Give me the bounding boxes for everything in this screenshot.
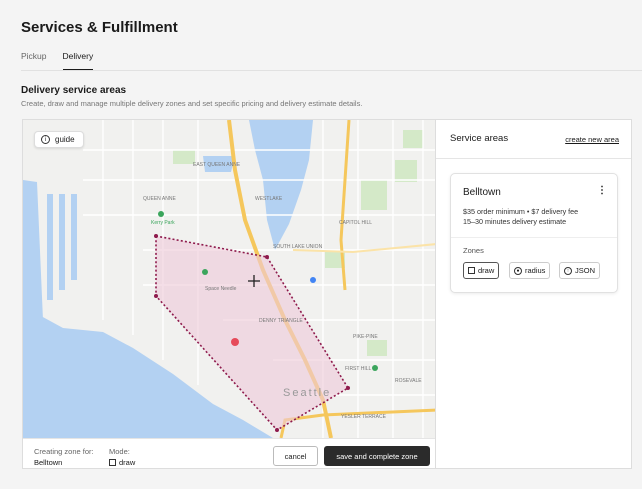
service-areas-panel: Service areas create new area Belltown ⋮… — [436, 119, 632, 469]
map-label-capitol-hill: CAPITOL HILL — [339, 220, 372, 226]
map-label-westlake: WESTLAKE — [255, 196, 283, 202]
creating-zone-value: Belltown — [34, 458, 63, 467]
tab-divider — [21, 70, 642, 71]
zone-radius-button[interactable]: ● radius — [509, 262, 551, 279]
zone-draw-button[interactable]: draw — [463, 262, 500, 279]
tab-bar: Pickup Delivery — [21, 51, 101, 71]
zone-draw-label: draw — [478, 266, 495, 275]
guide-label: guide — [55, 135, 75, 144]
cancel-button[interactable]: cancel — [273, 446, 318, 466]
save-complete-zone-button[interactable]: save and complete zone — [324, 446, 430, 466]
creating-zone-label: Creating zone for: — [34, 447, 94, 456]
map-label-queen-anne: QUEEN ANNE — [143, 196, 176, 202]
zones-label: Zones — [463, 246, 484, 255]
map-label-south-lake-union: SOUTH LAKE UNION — [273, 244, 323, 250]
area-name: Belltown — [463, 187, 501, 198]
panel-title: Service areas — [450, 133, 509, 144]
area-estimate: 15–30 minutes delivery estimate — [463, 217, 567, 226]
map-footer: Creating zone for: Belltown Mode: draw c… — [23, 438, 435, 468]
mode-label: Mode: — [109, 447, 130, 456]
upload-icon: ↑ — [564, 266, 572, 275]
info-icon: i — [41, 135, 50, 144]
area-pricing: $35 order minimum • $7 delivery fee — [463, 207, 579, 216]
service-area-card[interactable]: Belltown ⋮ $35 order minimum • $7 delive… — [450, 173, 618, 293]
map-label-first-hill: FIRST HILL — [345, 366, 372, 372]
map-container: EAST QUEEN ANNE QUEEN ANNE WESTLAKE SOUT… — [22, 119, 436, 469]
zone-json-label: JSON — [575, 266, 596, 275]
map-label-denny-triangle: DENNY TRIANGLE — [259, 318, 303, 324]
map-label-pike-pine: PIKE-PINE — [353, 334, 378, 340]
map-label-kerry-park: Kerry Park — [151, 220, 175, 226]
section-description: Create, draw and manage multiple deliver… — [21, 99, 363, 108]
more-options-icon[interactable]: ⋮ — [597, 186, 607, 196]
radius-icon: ● — [514, 266, 522, 275]
map-label-rosevale: ROSEVALE — [395, 378, 422, 384]
mode-value: draw — [109, 458, 135, 467]
tab-pickup[interactable]: Pickup — [21, 51, 55, 71]
create-new-area-link[interactable]: create new area — [565, 135, 619, 144]
map-label-seattle: Seattle — [283, 387, 331, 399]
page-title: Services & Fulfillment — [21, 19, 178, 36]
draw-square-icon — [109, 459, 116, 466]
map-label-east-queen-anne: EAST QUEEN ANNE — [193, 162, 241, 168]
panel-divider — [436, 158, 631, 159]
tab-delivery[interactable]: Delivery — [62, 51, 94, 71]
section-title: Delivery service areas — [21, 85, 127, 96]
card-divider — [451, 237, 617, 238]
draw-square-icon — [468, 267, 475, 274]
zone-radius-label: radius — [525, 266, 546, 275]
map-label-space-needle: Space Needle — [205, 286, 237, 292]
mode-value-text: draw — [119, 458, 136, 467]
map-canvas[interactable]: EAST QUEEN ANNE QUEEN ANNE WESTLAKE SOUT… — [23, 120, 436, 438]
guide-button[interactable]: i guide — [34, 131, 84, 148]
zone-json-button[interactable]: ↑ JSON — [559, 262, 601, 279]
map-label-yesler-terrace: YESLER TERRACE — [341, 414, 387, 420]
